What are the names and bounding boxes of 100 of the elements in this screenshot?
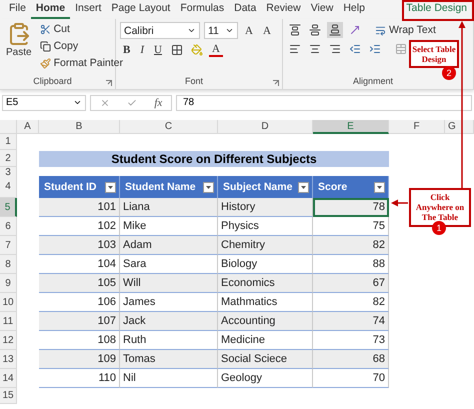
font-size-dropdown[interactable]: 11 <box>204 22 238 39</box>
table-cell: 109 <box>39 350 120 369</box>
cancel-icon[interactable] <box>100 98 110 108</box>
table-cell: 104 <box>39 255 120 274</box>
column-header[interactable]: B <box>39 120 120 134</box>
table-cell: Accounting <box>218 312 313 331</box>
column-heading: Subject Name <box>218 176 313 198</box>
middle-align-icon[interactable] <box>307 22 323 38</box>
paste-button[interactable]: Paste <box>4 22 34 75</box>
format-painter-button[interactable]: Format Painter <box>38 56 126 70</box>
table-cell: 107 <box>39 312 120 331</box>
ribbon-tab[interactable]: Review <box>261 0 306 19</box>
name-box[interactable]: E5 <box>2 94 86 110</box>
row-header[interactable]: 10 <box>0 293 17 312</box>
row-header[interactable]: 8 <box>0 255 17 274</box>
table-cell: 68 <box>313 350 389 369</box>
group-label: Clipboard <box>32 75 73 88</box>
table-cell: 103 <box>39 236 120 255</box>
group-label: Font <box>184 75 204 88</box>
column-header[interactable]: G <box>445 120 474 134</box>
ribbon-tab[interactable]: File <box>4 0 31 19</box>
arrow <box>391 200 408 206</box>
table-cell: 73 <box>313 331 389 350</box>
dialog-launcher-icon[interactable] <box>273 80 279 86</box>
table-cell: History <box>218 198 313 217</box>
filter-button[interactable] <box>105 182 116 192</box>
column-header[interactable]: F <box>389 120 445 134</box>
column-header[interactable]: D <box>218 120 313 134</box>
ribbon-tab[interactable]: Formulas <box>175 0 230 19</box>
row-header[interactable]: 4 <box>0 176 17 198</box>
row-header[interactable]: 7 <box>0 236 17 255</box>
font-color-button[interactable]: A <box>208 43 223 57</box>
row-header[interactable]: 13 <box>0 350 17 369</box>
table-cell: 78 <box>313 198 389 217</box>
table-cell: James <box>120 293 218 312</box>
row-header[interactable]: 5 <box>0 198 17 217</box>
table-cell: Economics <box>218 274 313 293</box>
table-cell: 102 <box>39 217 120 236</box>
table-cell: Physics <box>218 217 313 236</box>
table-title: Student Score on Different Subjects <box>39 151 389 167</box>
table-cell: Adam <box>120 236 218 255</box>
decrease-font-button[interactable]: A <box>260 24 274 36</box>
enter-icon[interactable] <box>127 98 138 108</box>
step-badge: 1 <box>432 221 446 235</box>
row-header[interactable]: 11 <box>0 312 17 331</box>
ribbon-tab[interactable]: Data <box>229 0 262 19</box>
caret-icon <box>206 186 211 188</box>
column-header[interactable]: A <box>17 120 39 134</box>
filter-button[interactable] <box>298 182 309 192</box>
merge-cells-icon[interactable] <box>393 41 409 57</box>
caret-icon <box>187 26 196 35</box>
table-cell: Mike <box>120 217 218 236</box>
group-label: Alignment <box>352 75 394 88</box>
ribbon-tab[interactable]: View <box>306 0 338 19</box>
column-header[interactable]: C <box>120 120 218 134</box>
font-name-dropdown[interactable]: Calibri <box>120 22 200 39</box>
dialog-launcher-icon[interactable] <box>106 80 112 86</box>
row-header[interactable]: 15 <box>0 388 17 404</box>
ribbon-tab[interactable]: Page Layout <box>106 0 176 19</box>
ribbon-tab[interactable]: Insert <box>70 0 106 19</box>
filter-button[interactable] <box>374 182 385 192</box>
table-cell: Social Sciece <box>218 350 313 369</box>
italic-button[interactable]: I <box>137 44 148 56</box>
table-cell: 88 <box>313 255 389 274</box>
row-header[interactable]: 6 <box>0 217 17 236</box>
wrap-text-button[interactable]: Wrap Text <box>373 23 438 37</box>
row-header[interactable]: 1 <box>0 134 17 150</box>
caret-icon <box>73 98 82 107</box>
underline-button[interactable]: U <box>151 44 165 56</box>
ribbon-tab[interactable]: Help <box>338 0 370 19</box>
insert-function-button[interactable]: fx <box>154 96 162 108</box>
row-header[interactable]: 12 <box>0 331 17 350</box>
paintbrush-icon <box>40 58 51 68</box>
increase-font-button[interactable]: A <box>242 24 256 36</box>
fill-color-icon[interactable] <box>188 42 205 58</box>
callout-text: Select Table Design <box>409 40 459 68</box>
ribbon-tab[interactable]: Table Design <box>401 0 474 19</box>
table-cell: Sara <box>120 255 218 274</box>
scissors-icon <box>40 24 51 34</box>
table-cell: 110 <box>39 369 120 388</box>
caret-icon <box>225 26 234 35</box>
column-heading: Score <box>313 176 389 198</box>
table-cell: Mathmatics <box>218 293 313 312</box>
bottom-align-icon[interactable] <box>327 22 343 38</box>
top-align-icon[interactable] <box>287 22 303 38</box>
caret-icon <box>377 186 382 188</box>
table-cell: Liana <box>120 198 218 217</box>
filter-button[interactable] <box>203 182 214 192</box>
table-cell: 82 <box>313 293 389 312</box>
row-header[interactable]: 9 <box>0 274 17 293</box>
table-cell: Medicine <box>218 331 313 350</box>
table-cell: 70 <box>313 369 389 388</box>
table-cell: 82 <box>313 236 389 255</box>
formula-field[interactable]: 78 <box>176 94 472 110</box>
column-header[interactable]: E <box>313 120 389 134</box>
row-header[interactable]: 14 <box>0 369 17 388</box>
table-cell: Will <box>120 274 218 293</box>
row-header[interactable]: 2 <box>0 150 17 167</box>
bold-button[interactable]: B <box>120 44 134 56</box>
table-cell: Tomas <box>120 350 218 369</box>
